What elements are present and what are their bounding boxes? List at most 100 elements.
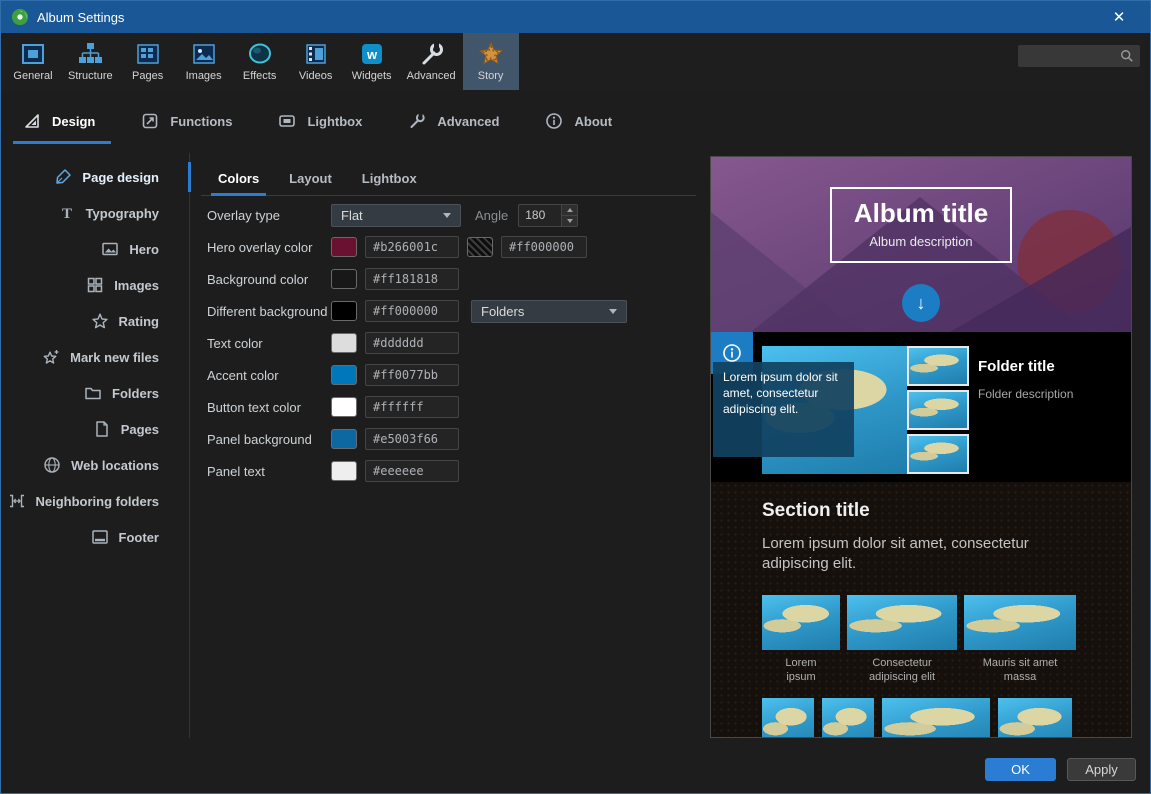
sidebar-label: Web locations (71, 458, 159, 473)
toolbar-item-story[interactable]: Story (463, 33, 519, 90)
angle-input[interactable] (519, 205, 561, 226)
accent-color-hex-input[interactable] (365, 364, 459, 386)
tab-label: Design (52, 114, 95, 129)
preview-section-title: Section title (762, 500, 1115, 522)
toolbar-item-videos[interactable]: Videos (288, 33, 344, 90)
sidebar-label: Rating (119, 314, 159, 329)
spin-up-button[interactable] (562, 205, 577, 215)
pen-nib-icon (54, 168, 72, 186)
toolbar-item-images[interactable]: Images (176, 33, 232, 90)
overlay-type-value: Flat (341, 208, 363, 223)
subtab-lightbox[interactable]: Lightbox (347, 165, 432, 195)
folder-stack-image (907, 346, 969, 386)
button-text-color-swatch[interactable] (331, 397, 357, 417)
svg-text:w: w (366, 47, 378, 62)
subtab-layout[interactable]: Layout (274, 165, 347, 195)
sidebar-item-footer[interactable]: Footer (1, 519, 189, 555)
panel-text-swatch[interactable] (331, 461, 357, 481)
button-text-color-hex-input[interactable] (365, 396, 459, 418)
sidebar-item-rating[interactable]: Rating (1, 303, 189, 339)
toolbar-label: Advanced (407, 70, 456, 82)
preview-folder-strip: Lorem ipsum dolor sit amet, consectetur … (711, 332, 1131, 482)
tab-advanced[interactable]: Advanced (396, 102, 517, 140)
text-color-hex-input[interactable] (365, 332, 459, 354)
different-background-select[interactable]: Folders (471, 300, 627, 323)
sidebar-label: Typography (86, 206, 159, 221)
apply-button[interactable]: Apply (1067, 758, 1136, 781)
toolbar-label: Images (186, 70, 222, 82)
sidebar-item-typography[interactable]: T Typography (1, 195, 189, 231)
thumbnail-image (964, 595, 1076, 650)
overlay-type-select[interactable]: Flat (331, 204, 461, 227)
button-text-color-label: Button text color (207, 400, 331, 415)
sidebar-item-pages[interactable]: Pages (1, 411, 189, 447)
ok-button[interactable]: OK (985, 758, 1056, 781)
hero-overlay-hex-input[interactable] (365, 236, 459, 258)
different-background-swatch[interactable] (331, 301, 357, 321)
sidebar-item-folders[interactable]: Folders (1, 375, 189, 411)
live-preview-pane: Album title Album description ↓ (710, 156, 1132, 738)
sidebar-item-images[interactable]: Images (1, 267, 189, 303)
chevron-down-icon (609, 309, 617, 318)
hero-overlay-hex-input-2[interactable] (501, 236, 587, 258)
scroll-down-button: ↓ (902, 284, 940, 322)
accent-color-swatch[interactable] (331, 365, 357, 385)
toolbar-label: Story (478, 70, 504, 82)
panel-text-hex-input[interactable] (365, 460, 459, 482)
background-color-label: Background color (207, 272, 331, 287)
hero-image-icon (101, 240, 119, 258)
tools-icon (418, 41, 444, 67)
text-color-swatch[interactable] (331, 333, 357, 353)
star-badge-icon (478, 41, 504, 67)
close-button[interactable]: ✕ (1098, 1, 1140, 33)
toolbar-item-pages[interactable]: Pages (120, 33, 176, 90)
set-square-icon (23, 112, 41, 130)
tab-design[interactable]: Design (11, 102, 113, 140)
panel-background-swatch[interactable] (331, 429, 357, 449)
window-title: Album Settings (37, 10, 124, 25)
picture-frame-icon (20, 41, 46, 67)
ellipse-icon (247, 41, 273, 67)
form-row-panel-background: Panel background (201, 423, 701, 455)
toolbar-item-general[interactable]: General (5, 33, 61, 90)
different-background-hex-input[interactable] (365, 300, 459, 322)
thumbnail-row-2 (762, 698, 1115, 738)
tab-about[interactable]: About (533, 102, 630, 140)
sidebar-item-web-locations[interactable]: Web locations (1, 447, 189, 483)
sidebar-label: Neighboring folders (36, 494, 160, 509)
spin-down-button[interactable] (562, 215, 577, 226)
grid-panel-icon (135, 41, 161, 67)
search-input[interactable] (1024, 49, 1120, 63)
subtab-colors[interactable]: Colors (203, 165, 274, 195)
sidebar-item-hero[interactable]: Hero (1, 231, 189, 267)
sidebar-item-page-design[interactable]: Page design (1, 159, 189, 195)
form-row-panel-text: Panel text (201, 455, 701, 487)
toolbar-item-effects[interactable]: Effects (232, 33, 288, 90)
hero-overlay-swatch[interactable] (331, 237, 357, 257)
thumbnail-image (847, 595, 957, 650)
background-color-swatch[interactable] (331, 269, 357, 289)
lightbox-frame-icon (278, 112, 296, 130)
main-toolbar: General Structure Pages (1, 33, 1150, 90)
colors-form: Overlay type Flat Angle Hero overlay col… (201, 199, 701, 487)
sidebar-item-neighboring-folders[interactable]: Neighboring folders (1, 483, 189, 519)
panel-background-hex-input[interactable] (365, 428, 459, 450)
toolbar-label: Structure (68, 70, 113, 82)
toolbar-item-widgets[interactable]: w Widgets (344, 33, 400, 90)
tab-lightbox[interactable]: Lightbox (266, 102, 380, 140)
toolbar-item-structure[interactable]: Structure (61, 33, 120, 90)
form-row-text-color: Text color (201, 327, 701, 359)
tab-functions[interactable]: Functions (129, 102, 250, 140)
different-background-label: Different background (207, 304, 331, 319)
thumbnail-image (882, 698, 990, 738)
background-color-hex-input[interactable] (365, 268, 459, 290)
toolbar-item-advanced[interactable]: Advanced (400, 33, 463, 90)
sidebar-item-mark-new-files[interactable]: Mark new files (1, 339, 189, 375)
star-sparkle-icon (42, 348, 60, 366)
tab-label: Lightbox (307, 114, 362, 129)
down-arrow-icon: ↓ (917, 293, 926, 314)
function-box-icon (141, 112, 159, 130)
preview-folder-description: Folder description (978, 387, 1073, 401)
toolbar-label: Pages (132, 70, 163, 82)
hero-overlay-swatch-2[interactable] (467, 237, 493, 257)
